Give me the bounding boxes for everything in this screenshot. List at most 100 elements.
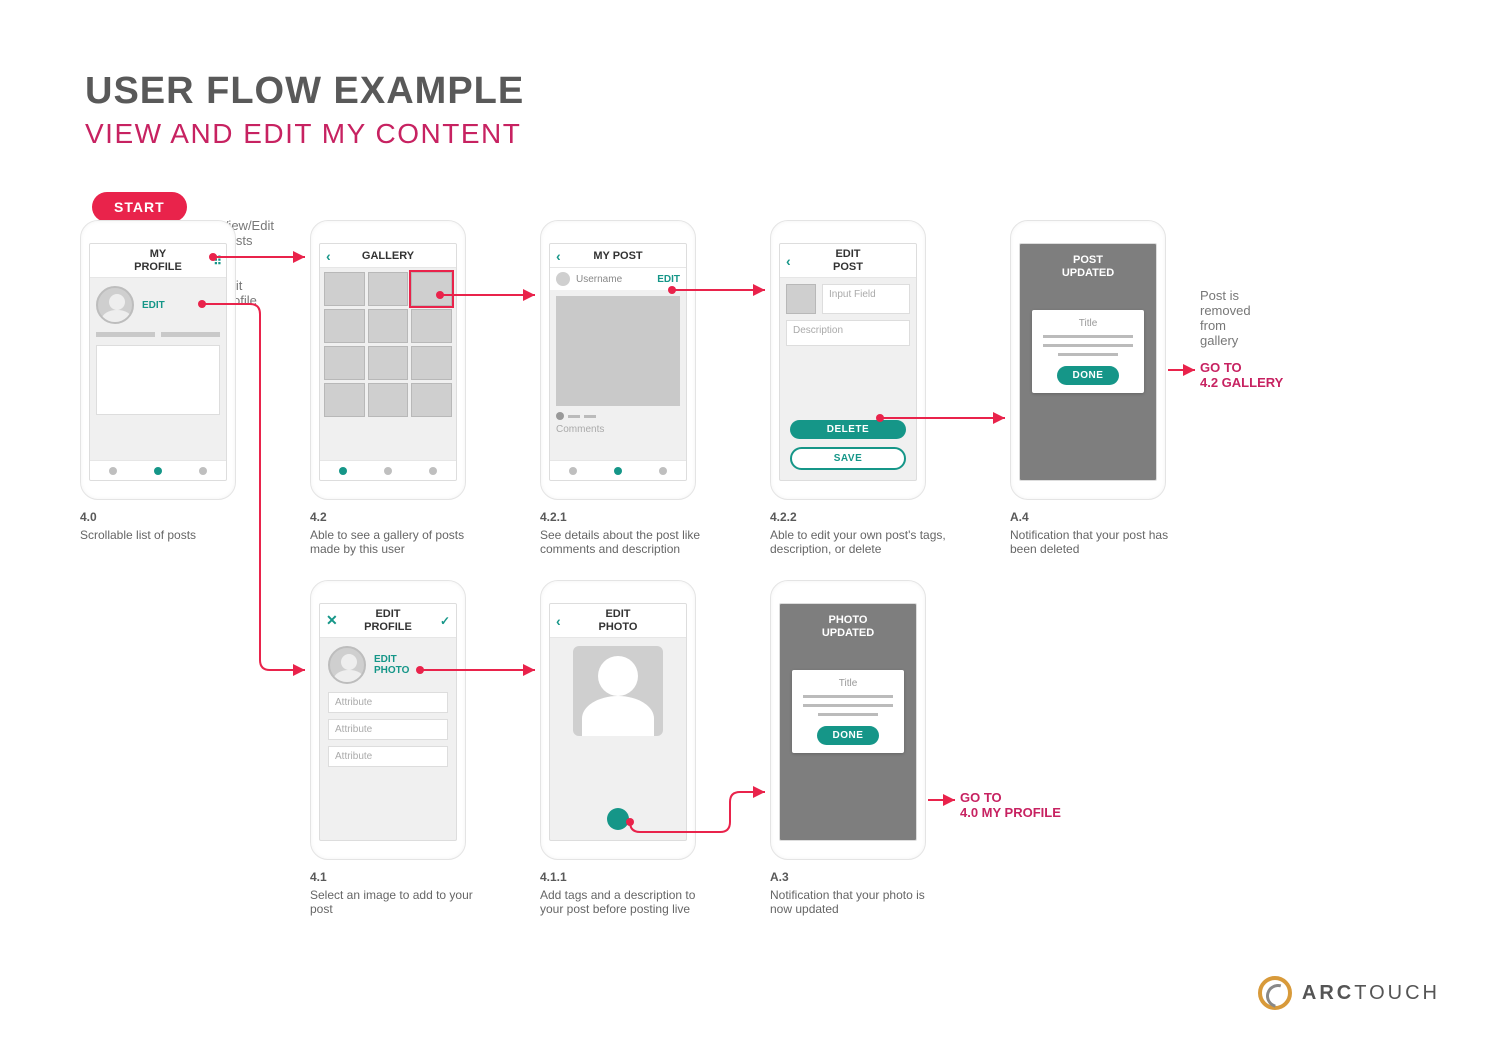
post-image (556, 296, 680, 406)
input-field[interactable]: Input Field (822, 284, 910, 314)
phone-my-profile: MY PROFILE ⠿ EDIT (80, 220, 236, 500)
caption-40: 4.0Scrollable list of posts (80, 510, 260, 542)
logo-text: ARCTOUCH (1302, 982, 1440, 1005)
caption-411: 4.1.1Add tags and a description to your … (540, 870, 720, 916)
user-avatar-icon (556, 272, 570, 286)
caption-a3: A.3Notification that your photo is now u… (770, 870, 950, 916)
username-label: Username (576, 274, 651, 285)
card-title: Title (1079, 318, 1098, 329)
attribute-field[interactable]: Attribute (328, 692, 448, 713)
caption-42: 4.2Able to see a gallery of posts made b… (310, 510, 490, 556)
done-button[interactable]: DONE (1057, 366, 1120, 385)
title-photo-updated: PHOTO UPDATED (780, 604, 916, 650)
grid-icon[interactable]: ⠿ (213, 254, 220, 268)
title-edit-profile: EDIT PROFILE (364, 608, 412, 632)
phone-my-post: ‹ MY POST Username EDIT Comments (540, 220, 696, 500)
thumb[interactable] (368, 346, 409, 380)
page-subtitle: VIEW AND EDIT MY CONTENT (85, 118, 521, 150)
thumb[interactable] (411, 383, 452, 417)
close-icon[interactable]: ✕ (326, 612, 338, 629)
phone-edit-profile: ✕ EDIT PROFILE ✓ EDIT PHOTO Attribute At… (310, 580, 466, 860)
caption-422: 4.2.2Able to edit your own post's tags, … (770, 510, 950, 556)
phone-gallery: ‹ GALLERY (310, 220, 466, 500)
header-edit-photo: ‹ EDIT PHOTO (550, 604, 686, 638)
line (803, 704, 893, 707)
caption-a4: A.4Notification that your post has been … (1010, 510, 1190, 556)
like-count (568, 415, 580, 418)
thumb-selected[interactable] (411, 272, 452, 306)
capture-button[interactable] (607, 808, 629, 830)
avatar-icon (328, 646, 366, 684)
like-icon[interactable] (556, 412, 564, 420)
tabbar (90, 460, 226, 480)
header-gallery: ‹ GALLERY (320, 244, 456, 268)
title-edit-photo: EDIT PHOTO (599, 608, 638, 632)
thumb[interactable] (368, 272, 409, 306)
header-edit-post: ‹ EDIT POST (780, 244, 916, 278)
check-icon[interactable]: ✓ (440, 614, 450, 628)
comments-label: Comments (550, 420, 686, 439)
save-button[interactable]: SAVE (790, 447, 906, 470)
edit-post-link[interactable]: EDIT (657, 274, 680, 285)
tab-dot-active[interactable] (614, 467, 622, 475)
attribute-field[interactable]: Attribute (328, 746, 448, 767)
caption-41: 4.1Select an image to add to your post (310, 870, 490, 916)
thumb[interactable] (368, 383, 409, 417)
tab-dot[interactable] (569, 467, 577, 475)
line (818, 713, 878, 716)
back-icon[interactable]: ‹ (556, 248, 561, 264)
thumb[interactable] (324, 346, 365, 380)
line (803, 695, 893, 698)
title-my-post: MY POST (593, 250, 642, 262)
title-post-updated: POST UPDATED (1020, 244, 1156, 290)
tab-dot[interactable] (659, 467, 667, 475)
done-button[interactable]: DONE (817, 726, 880, 745)
back-icon[interactable]: ‹ (786, 253, 791, 269)
tab-dot[interactable] (429, 467, 437, 475)
line (1058, 353, 1118, 356)
tab-dot[interactable] (384, 467, 392, 475)
header-my-post: ‹ MY POST (550, 244, 686, 268)
tab-dot[interactable] (109, 467, 117, 475)
annot-post-removed: Post is removed from gallery (1200, 288, 1251, 348)
post-thumb[interactable] (786, 284, 816, 314)
start-badge: START (92, 192, 187, 222)
caption-421: 4.2.1See details about the post like com… (540, 510, 720, 556)
thumb[interactable] (411, 346, 452, 380)
page-title: USER FLOW EXAMPLE (85, 70, 524, 113)
attribute-field[interactable]: Attribute (328, 719, 448, 740)
arctouch-logo: ARCTOUCH (1258, 976, 1440, 1010)
phone-edit-photo: ‹ EDIT PHOTO (540, 580, 696, 860)
tab-dot-active[interactable] (154, 467, 162, 475)
title-edit-post: EDIT POST (833, 248, 863, 272)
title-my-profile: MY PROFILE (134, 248, 182, 272)
annot-goto-gallery: GO TO 4.2 GALLERY (1200, 360, 1283, 390)
tabbar (320, 460, 456, 480)
phone-photo-updated: PHOTO UPDATED Title DONE (770, 580, 926, 860)
tab-dot[interactable] (199, 467, 207, 475)
tab-dot-active[interactable] (339, 467, 347, 475)
delete-button[interactable]: DELETE (790, 420, 906, 439)
placeholder-bar (161, 332, 220, 337)
thumb[interactable] (324, 272, 365, 306)
thumb[interactable] (411, 309, 452, 343)
thumb[interactable] (324, 309, 365, 343)
photo-preview (573, 646, 663, 736)
logo-mark-icon (1258, 976, 1292, 1010)
description-field[interactable]: Description (786, 320, 910, 346)
back-icon[interactable]: ‹ (556, 613, 561, 629)
thumb[interactable] (324, 383, 365, 417)
edit-profile-link[interactable]: EDIT (142, 300, 165, 311)
tabbar (550, 460, 686, 480)
line (1043, 344, 1133, 347)
placeholder-bar (96, 332, 155, 337)
header-my-profile: MY PROFILE ⠿ (90, 244, 226, 278)
thumb[interactable] (368, 309, 409, 343)
phone-edit-post: ‹ EDIT POST Input Field Description DELE… (770, 220, 926, 500)
line (1043, 335, 1133, 338)
title-gallery: GALLERY (362, 250, 414, 262)
content-box (96, 345, 220, 415)
edit-photo-link[interactable]: EDIT PHOTO (374, 654, 409, 676)
annot-goto-profile: GO TO 4.0 MY PROFILE (960, 790, 1061, 820)
back-icon[interactable]: ‹ (326, 248, 331, 264)
